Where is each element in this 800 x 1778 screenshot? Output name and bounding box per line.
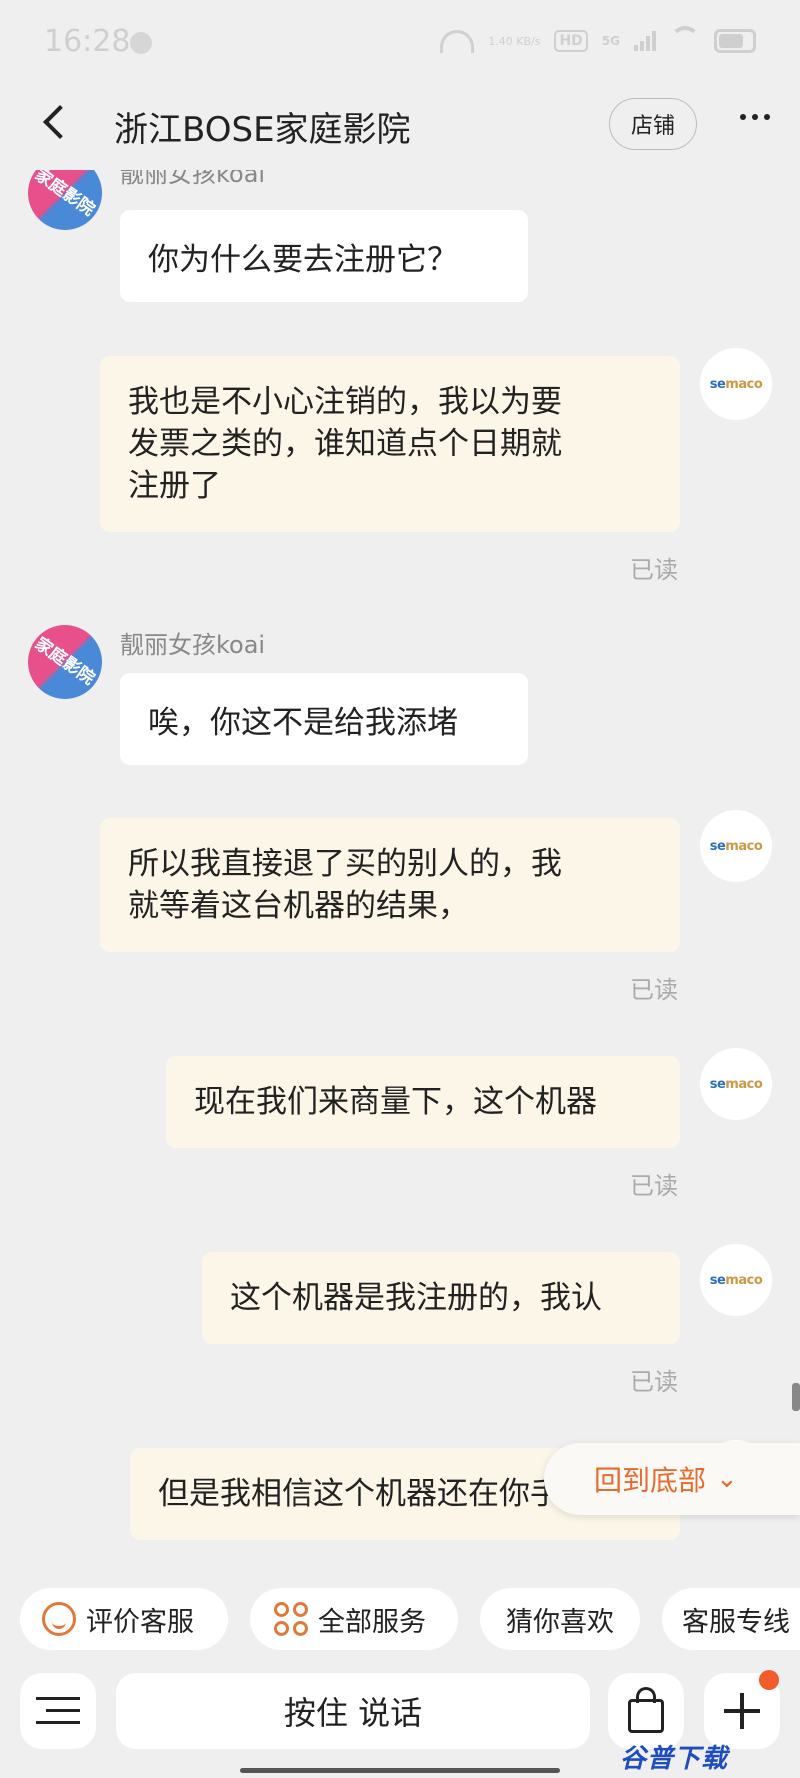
quick-action-rate-service[interactable]: 评价客服 xyxy=(20,1588,228,1650)
message-text: 我也是不小心注销的，我以为要 发票之类的，谁知道点个日期就 注册了 xyxy=(128,384,562,504)
sender-name: 靓丽女孩koai xyxy=(120,170,266,188)
notification-dot xyxy=(759,1670,779,1690)
message-bubble[interactable]: 所以我直接退了买的别人的，我 就等着这台机器的结果， xyxy=(100,818,680,952)
message-text: 所以我直接退了买的别人的，我 就等着这台机器的结果， xyxy=(128,846,562,924)
user-avatar[interactable]: semaco xyxy=(700,810,772,882)
quick-action-label: 评价客服 xyxy=(86,1606,194,1638)
chat-list[interactable]: 家庭影院 靓丽女孩koai 你为什么要去注册它？ semaco 我也是不小心注销… xyxy=(0,170,800,1565)
store-button[interactable]: 店铺 xyxy=(609,98,697,150)
shop-avatar[interactable]: 家庭影院 xyxy=(28,170,102,230)
quick-action-guess-you-like[interactable]: 猜你喜欢 xyxy=(480,1588,640,1650)
quick-action-label: 客服专线 xyxy=(682,1606,790,1638)
sender-name: 靓丽女孩koai xyxy=(120,631,266,659)
user-avatar[interactable]: semaco xyxy=(700,1048,772,1120)
menu-toggle-button[interactable] xyxy=(20,1673,96,1749)
double-chevron-down-icon: ⌄ xyxy=(716,1464,738,1494)
read-status: 已读 xyxy=(630,1172,678,1200)
back-button[interactable] xyxy=(36,102,76,146)
read-status: 已读 xyxy=(630,1368,678,1396)
speed-gauge-icon xyxy=(440,29,475,53)
read-status: 已读 xyxy=(630,556,678,584)
wifi-icon xyxy=(670,26,700,56)
battery-icon xyxy=(714,29,756,53)
hold-to-talk-button[interactable]: 按住 说话 xyxy=(116,1673,590,1749)
home-indicator[interactable] xyxy=(240,1768,560,1773)
back-to-bottom-button[interactable]: 回到底部 ⌄ xyxy=(544,1443,800,1515)
hd-badge: HD xyxy=(554,30,588,52)
message-bubble[interactable]: 现在我们来商量下，这个机器 xyxy=(166,1056,680,1148)
watermark-text: 谷普下载 xyxy=(620,1744,729,1774)
shop-avatar[interactable]: 家庭影院 xyxy=(28,625,102,699)
quick-action-all-services[interactable]: 全部服务 xyxy=(250,1588,458,1650)
message-bubble[interactable]: 唉，你这不是给我添堵 xyxy=(120,673,528,765)
quick-action-label: 全部服务 xyxy=(318,1606,426,1638)
network-speed: 1.40 KB/s xyxy=(488,34,541,48)
quick-action-hotline[interactable]: 客服专线 xyxy=(662,1588,800,1650)
quick-action-label: 猜你喜欢 xyxy=(506,1606,614,1638)
scrollbar-thumb[interactable] xyxy=(792,1383,800,1411)
notification-icon xyxy=(130,32,152,54)
signal-bars-icon xyxy=(634,31,656,51)
status-icons: 1.40 KB/s HD 5G xyxy=(440,26,756,56)
back-to-bottom-label: 回到底部 xyxy=(594,1464,707,1497)
user-avatar[interactable]: semaco xyxy=(700,348,772,420)
smile-icon xyxy=(42,1602,76,1636)
user-avatar[interactable]: semaco xyxy=(700,1244,772,1316)
message-bubble[interactable]: 这个机器是我注册的，我认 xyxy=(202,1252,680,1344)
status-time: 16:28 xyxy=(44,24,131,59)
page-title: 浙江BOSE家庭影院 xyxy=(114,110,411,150)
message-bubble[interactable]: 你为什么要去注册它？ xyxy=(120,210,528,302)
read-status: 已读 xyxy=(630,1558,678,1565)
message-bubble[interactable]: 我也是不小心注销的，我以为要 发票之类的，谁知道点个日期就 注册了 xyxy=(100,356,680,532)
read-status: 已读 xyxy=(630,976,678,1004)
grid-icon xyxy=(274,1602,308,1636)
signal-type: 5G xyxy=(601,34,620,48)
more-icon[interactable] xyxy=(740,114,770,120)
